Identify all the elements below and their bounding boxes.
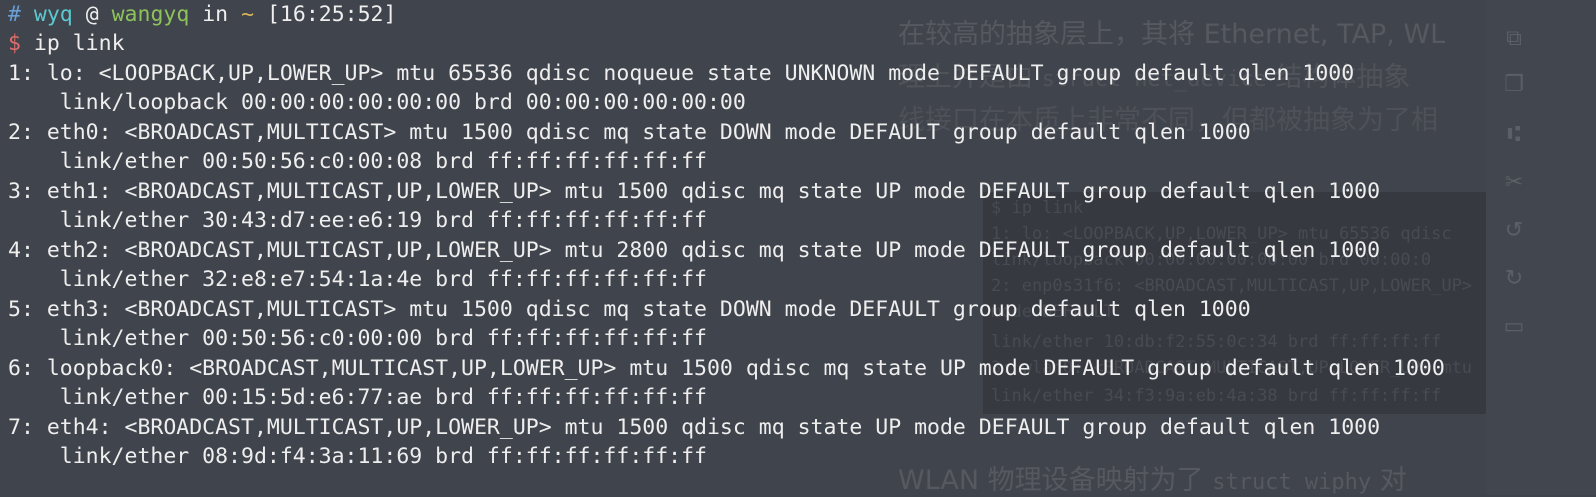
output-line: 1: lo: <LOOPBACK,UP,LOWER_UP> mtu 65536 … [8, 61, 1355, 86]
output-line: link/ether 08:9d:f4:3a:11:69 brd ff:ff:f… [8, 444, 707, 469]
prompt-timestamp: [16:25:52] [266, 2, 397, 27]
output-line: link/ether 00:50:56:c0:00:00 brd ff:ff:f… [8, 326, 707, 351]
prompt-line: # wyq @ wangyq in ~ [16:25:52] [8, 0, 396, 30]
output-line: 3: eth1: <BROADCAST,MULTICAST,UP,LOWER_U… [8, 179, 1381, 204]
prompt-host: wangyq [111, 2, 190, 27]
output-line: link/ether 00:15:5d:e6:77:ae brd ff:ff:f… [8, 385, 707, 410]
command-text: ip link [33, 31, 125, 56]
output-line: 7: eth4: <BROADCAST,MULTICAST,UP,LOWER_U… [8, 415, 1381, 440]
output-line: link/loopback 00:00:00:00:00:00 brd 00:0… [8, 90, 746, 115]
output-line: link/ether 30:43:d7:ee:e6:19 brd ff:ff:f… [8, 208, 707, 233]
prompt-hash: # [8, 2, 21, 27]
terminal-output[interactable]: # wyq @ wangyq in ~ [16:25:52] $ ip link… [0, 0, 1596, 495]
command-line: $ ip link [8, 29, 125, 59]
output-line: link/ether 32:e8:e7:54:1a:4e brd ff:ff:f… [8, 267, 707, 292]
output-line: 6: loopback0: <BROADCAST,MULTICAST,UP,LO… [8, 356, 1445, 381]
prompt-in: in [202, 2, 229, 27]
output-line: 5: eth3: <BROADCAST,MULTICAST> mtu 1500 … [8, 297, 1251, 322]
prompt-at: @ [85, 2, 99, 27]
prompt-user: wyq [33, 2, 73, 27]
prompt-directory: ~ [241, 2, 255, 27]
output-line: 2: eth0: <BROADCAST,MULTICAST> mtu 1500 … [8, 120, 1251, 145]
prompt-dollar: $ [8, 31, 21, 56]
output-line: link/ether 00:50:56:c0:00:08 brd ff:ff:f… [8, 149, 707, 174]
output-line: 4: eth2: <BROADCAST,MULTICAST,UP,LOWER_U… [8, 238, 1381, 263]
